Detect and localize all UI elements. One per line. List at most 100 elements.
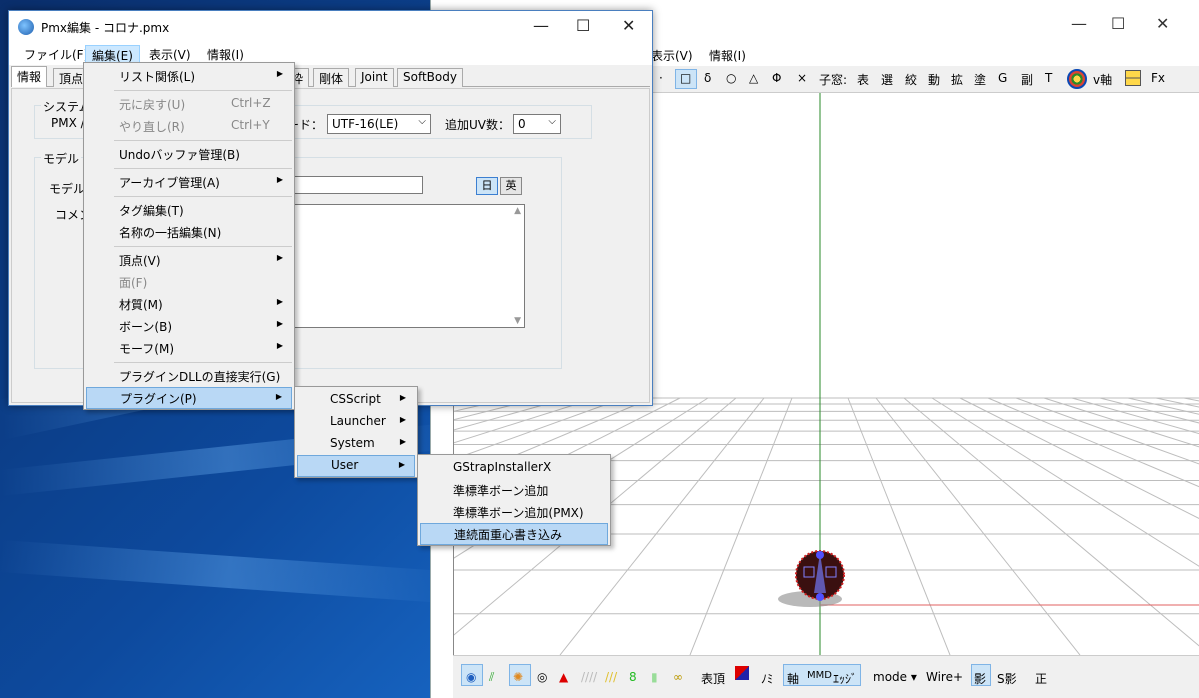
encode-select[interactable]: UTF-16(LE) ⌵ (327, 114, 431, 134)
uv-label: 追加UV数： (445, 118, 510, 132)
plugin-item-user[interactable]: User ▶ (297, 455, 415, 477)
menu-separator (114, 168, 292, 169)
toolbar-dot: · (659, 71, 663, 85)
menu-item-plugin[interactable]: プラグイン(P) ▶ (86, 387, 292, 409)
scroll-down-icon[interactable]: ▼ (514, 316, 521, 326)
submenu-arrow-icon: ▶ (276, 341, 283, 350)
toolbar-triangle[interactable]: △ (749, 71, 758, 85)
toolbar-square[interactable]: □ (680, 71, 691, 85)
axis-globe-icon[interactable] (1067, 69, 1087, 89)
app-icon (18, 19, 34, 35)
menu-item-redo[interactable]: やり直し(R) Ctrl+Y (86, 115, 292, 137)
viewer-menu-view[interactable]: 表示(V) (651, 47, 693, 64)
wire-button[interactable]: Wire+ (926, 670, 963, 684)
submenu-arrow-icon: ▶ (275, 392, 282, 401)
material-icon[interactable]: ✺ (513, 670, 523, 684)
toolbar-kaku[interactable]: 拡 (951, 71, 963, 88)
minimize-button[interactable]: — (533, 16, 549, 35)
show-vertex-button[interactable]: 表頂 (701, 670, 725, 687)
tab-rigidbody[interactable]: 剛体 (313, 68, 350, 87)
weight-icon[interactable]: ⫽ (489, 670, 494, 685)
toolbar-cross[interactable]: × (797, 71, 807, 85)
user-item-semistandard-bones-pmx[interactable]: 準標準ボーン追加(PMX) (420, 501, 608, 523)
submenu-arrow-icon: ▶ (276, 253, 283, 262)
user-item-gstrap[interactable]: GStrapInstallerX (420, 457, 608, 479)
menu-item-tag-edit[interactable]: タグ編集(T) (86, 199, 292, 221)
wallpaper-beam (0, 540, 460, 605)
mode-dropdown[interactable]: mode ▾ (873, 670, 917, 684)
self-shadow-button[interactable]: S影 (997, 670, 1017, 687)
yellow-hatch-icon[interactable]: /// (605, 670, 617, 684)
toolbar-phi[interactable]: Φ (772, 71, 781, 85)
toolbar-fx[interactable]: Fx (1151, 71, 1165, 85)
grid-icon[interactable] (1125, 70, 1141, 86)
edge-button[interactable]: ｴｯｼﾞ (833, 670, 857, 687)
nomi-button[interactable]: ﾉﾐ (761, 670, 773, 687)
menu-separator (114, 140, 292, 141)
toolbar-shibo[interactable]: 絞 (905, 71, 917, 88)
plugin-item-launcher[interactable]: Launcher ▶ (297, 411, 415, 433)
lang-jp-button[interactable]: 日 (476, 177, 498, 195)
vertex-mode-icon[interactable]: ◉ (466, 670, 476, 684)
lang-en-button[interactable]: 英 (500, 177, 522, 195)
toolbar-subwindow-label: 子窓: (819, 73, 848, 87)
submenu-arrow-icon: ▶ (276, 175, 283, 184)
menu-item-undo-buffer[interactable]: Undoバッファ管理(B) (86, 143, 292, 165)
shadow-button[interactable]: 影 (974, 670, 986, 687)
viewer-maximize-button[interactable]: ☐ (1111, 14, 1125, 33)
plugin-menu: CSScript ▶ Launcher ▶ System ▶ User ▶ (294, 386, 418, 478)
plugin-item-csscript[interactable]: CSScript ▶ (297, 389, 415, 411)
user-item-face-centroid[interactable]: 連続面重心書き込み (420, 523, 608, 545)
viewer-minimize-button[interactable]: — (1071, 14, 1087, 33)
front-view-button[interactable]: 正 (1035, 670, 1047, 687)
mmd-button[interactable]: MMD (807, 670, 832, 681)
yellow-chain-icon[interactable]: ∞ (673, 670, 683, 684)
toolbar-nuri[interactable]: 塗 (974, 71, 986, 88)
toolbar-vaxis[interactable]: v軸 (1093, 71, 1112, 88)
tab-info[interactable]: 情報 (11, 66, 48, 87)
close-button[interactable]: ✕ (622, 16, 635, 35)
toolbar-circle[interactable]: ○ (726, 71, 736, 85)
toolbar-hyo[interactable]: 表 (857, 71, 869, 88)
user-item-semistandard-bones[interactable]: 準標準ボーン追加 (420, 479, 608, 501)
comment-textarea[interactable]: ▲ ▼ (275, 204, 525, 328)
toolbar-t[interactable]: T (1045, 71, 1052, 85)
menu-item-face[interactable]: 面(F) (86, 271, 292, 293)
green-bones-icon[interactable]: 8 (629, 670, 637, 684)
tab-softbody[interactable]: SoftBody (397, 68, 463, 87)
tab-joint[interactable]: Joint (355, 68, 394, 87)
menu-item-bulk-rename[interactable]: 名称の一括編集(N) (86, 221, 292, 243)
submenu-arrow-icon: ▶ (398, 460, 405, 469)
menu-item-bone[interactable]: ボーン(B) ▶ (86, 315, 292, 337)
menu-item-plugin-dll[interactable]: プラグインDLLの直接実行(G) (86, 365, 292, 387)
toolbar-sen[interactable]: 選 (881, 71, 893, 88)
scroll-up-icon[interactable]: ▲ (514, 206, 521, 216)
hatch-icon[interactable]: //// (581, 670, 597, 684)
menu-item-list[interactable]: リスト関係(L) ▶ (86, 65, 292, 87)
menu-item-morph[interactable]: モーフ(M) ▶ (86, 337, 292, 359)
submenu-arrow-icon: ▶ (276, 69, 283, 78)
axis-button[interactable]: 軸 (787, 670, 799, 687)
model-name-input[interactable] (275, 176, 423, 194)
maximize-button[interactable]: ☐ (576, 16, 590, 35)
toolbar-g[interactable]: G (998, 71, 1007, 85)
light-green-icon[interactable]: ▮ (651, 670, 658, 684)
menu-item-undo[interactable]: 元に戻す(U) Ctrl+Z (86, 93, 292, 115)
menu-item-material[interactable]: 材質(M) ▶ (86, 293, 292, 315)
triangle-red-icon[interactable]: ▲ (559, 670, 568, 684)
chevron-down-icon: ⌵ (548, 116, 556, 127)
submenu-arrow-icon: ▶ (276, 297, 283, 306)
user-menu: GStrapInstallerX 準標準ボーン追加 準標準ボーン追加(PMX) … (417, 454, 611, 546)
uv-select[interactable]: 0 ⌵ (513, 114, 561, 134)
color-swatch-icon[interactable] (735, 666, 749, 680)
record-icon[interactable]: ◎ (537, 670, 547, 684)
viewer-close-button[interactable]: ✕ (1156, 14, 1169, 33)
submenu-arrow-icon: ▶ (399, 437, 406, 446)
toolbar-fuku[interactable]: 副 (1021, 71, 1033, 88)
toolbar-do[interactable]: 動 (928, 71, 940, 88)
menu-item-vertex[interactable]: 頂点(V) ▶ (86, 249, 292, 271)
toolbar-delta[interactable]: δ (704, 71, 711, 85)
viewer-menu-info[interactable]: 情報(I) (709, 47, 746, 64)
plugin-item-system[interactable]: System ▶ (297, 433, 415, 455)
menu-item-archive[interactable]: アーカイブ管理(A) ▶ (86, 171, 292, 193)
